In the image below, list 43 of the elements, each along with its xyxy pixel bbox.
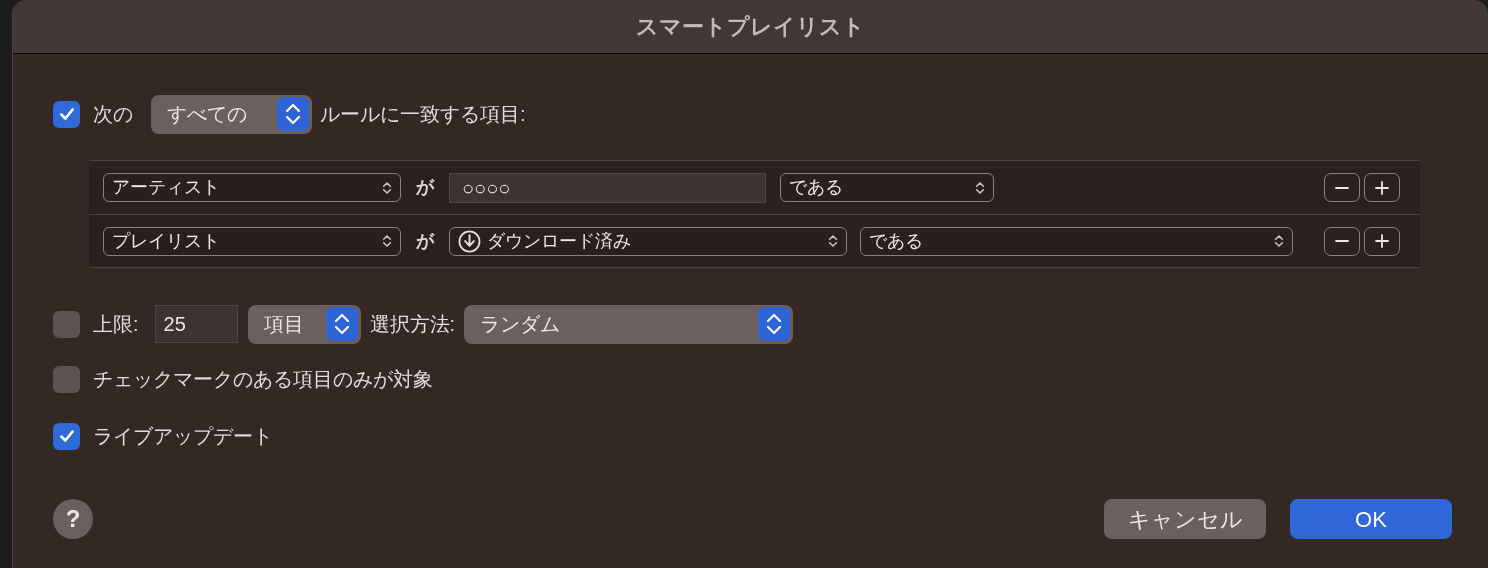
popup-menu[interactable]: である — [780, 173, 994, 202]
stepper-icon — [1274, 232, 1284, 250]
checkbox[interactable] — [53, 365, 80, 393]
checkbox-label: 次の — [93, 102, 133, 127]
popup-menu[interactable]: 項目 — [247, 304, 361, 344]
popup-menu[interactable]: アーティスト — [103, 173, 401, 202]
stepper-icon — [325, 307, 358, 341]
stepper-icon — [277, 97, 309, 131]
popup-menu[interactable]: ランダム — [464, 304, 794, 344]
limit-field[interactable]: 25 — [154, 305, 238, 343]
help-button[interactable]: ? — [53, 499, 93, 539]
label: が — [416, 176, 434, 199]
plus-icon — [1375, 180, 1389, 195]
label: が — [416, 229, 434, 253]
popup-menu[interactable]: すべての — [151, 94, 312, 134]
add-button[interactable] — [1364, 173, 1400, 202]
download-icon — [458, 229, 481, 253]
popup-menu[interactable]: である — [860, 226, 1293, 256]
stepper-icon — [758, 307, 791, 341]
stepper-icon — [382, 232, 392, 250]
popup-menu[interactable]: ダウンロード済み — [449, 226, 847, 256]
minus-icon — [1335, 186, 1349, 189]
checkmark-icon — [57, 105, 76, 123]
text-field[interactable]: ○○○○ — [449, 172, 766, 203]
stepper-icon — [828, 232, 838, 250]
checkbox-label: 上限: — [93, 312, 139, 337]
checkbox-label: チェックマークのある項目のみが対象 — [93, 367, 433, 392]
plus-icon — [1375, 234, 1389, 248]
remove-button[interactable] — [1324, 226, 1360, 256]
window-title: スマートプレイリスト — [636, 13, 865, 41]
remove-button[interactable] — [1324, 173, 1360, 202]
label: 選択方法: — [369, 312, 456, 337]
checkbox[interactable] — [53, 422, 80, 450]
add-button[interactable] — [1364, 226, 1400, 256]
checkbox[interactable] — [53, 310, 80, 338]
popup-menu[interactable]: プレイリスト — [103, 226, 401, 256]
checkbox-label: ライブアップデート — [93, 424, 273, 449]
checkbox[interactable] — [53, 100, 80, 128]
minus-icon — [1335, 240, 1349, 242]
cancel-button[interactable]: キャンセル — [1104, 499, 1266, 539]
checkmark-icon — [57, 427, 76, 445]
ok-button[interactable]: OK — [1290, 499, 1452, 539]
label: ルールに一致する項目: — [320, 102, 526, 127]
